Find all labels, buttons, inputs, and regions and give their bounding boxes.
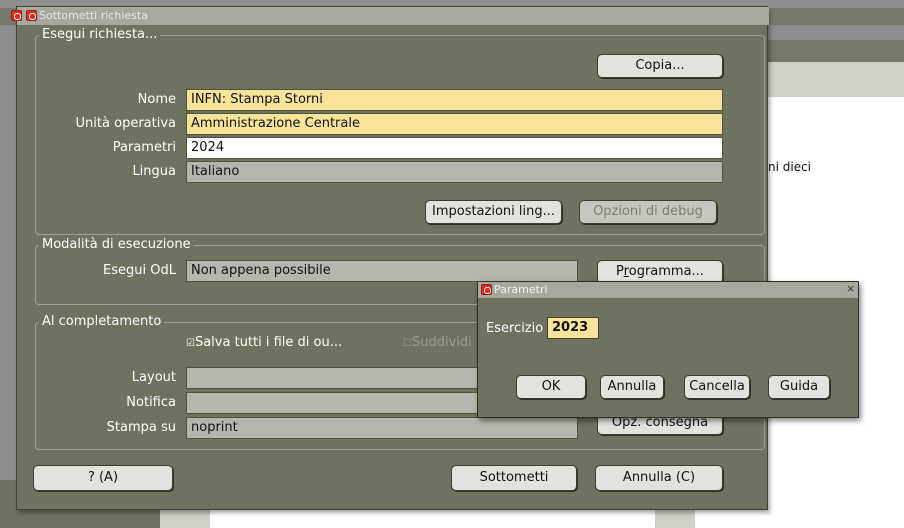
checkbox-unchecked-icon: ☐ <box>403 338 412 349</box>
schedule-button-label-pre: P <box>616 264 624 279</box>
annulla-button[interactable]: Annulla <box>600 375 664 399</box>
save-output-checkbox[interactable]: ☑Salva tutti i file di ou... <box>186 335 342 350</box>
checkbox-checked-icon: ☑ <box>186 338 195 349</box>
schedule-group-title: Modalità di esecuzione <box>39 237 194 252</box>
background-left-panel <box>0 65 16 528</box>
background-fragment-text: ni dieci <box>768 160 812 174</box>
split-output-checkbox: ☐Suddividi <box>403 335 472 350</box>
submit-request-dialog: Sottometti richiesta Esegui richiesta...… <box>11 6 769 510</box>
run-schedule-label: Esegui OdL <box>103 263 176 278</box>
operating-unit-label: Unità operativa <box>75 116 176 131</box>
run-schedule-field[interactable]: Non appena possibile <box>186 260 578 282</box>
background-scroll-b <box>655 510 695 528</box>
split-output-checkbox-label: Suddividi <box>411 335 472 350</box>
layout-label: Layout <box>131 370 176 385</box>
parameters-field[interactable]: 2024 <box>186 137 723 159</box>
dialog-titlebar: Sottometti richiesta <box>11 7 769 25</box>
esercizio-label: Esercizio <box>486 321 544 336</box>
schedule-button-label-post: ogramma... <box>628 264 704 279</box>
copy-button[interactable]: Copia... <box>597 54 723 78</box>
cancella-button[interactable]: Cancella <box>684 375 750 399</box>
esercizio-field[interactable]: 2023 <box>547 317 599 339</box>
oracle-icon <box>11 10 22 21</box>
background-header <box>768 62 904 97</box>
print-to-field[interactable]: noprint <box>186 417 578 439</box>
completion-group-title: Al completamento <box>39 314 165 329</box>
dialog-title: Sottometti richiesta <box>39 9 148 22</box>
oracle-icon <box>26 10 37 21</box>
guida-button[interactable]: Guida <box>768 375 830 399</box>
background-tab-strip <box>768 40 904 62</box>
operating-unit-field[interactable]: Amministrazione Centrale <box>186 113 723 135</box>
name-label: Nome <box>137 92 176 107</box>
save-output-checkbox-label: Salva tutti i file di ou... <box>194 335 343 350</box>
language-settings-button[interactable]: Impostazioni ling... <box>425 200 562 224</box>
oracle-icon <box>481 284 492 295</box>
debug-options-button: Opzioni di debug <box>579 200 717 224</box>
cancel-button[interactable]: Annulla (C) <box>595 465 723 491</box>
parameters-title: Parametri <box>494 283 548 296</box>
parameters-label: Parametri <box>112 140 176 155</box>
parameters-titlebar: Parametri × <box>478 282 858 298</box>
language-field[interactable]: Italiano <box>186 161 723 183</box>
print-to-label: Stampa su <box>106 420 176 435</box>
parameters-dialog: Parametri × Esercizio 2023 OK Annulla Ca… <box>477 281 859 418</box>
notification-label: Notifica <box>126 395 176 410</box>
submit-button[interactable]: Sottometti <box>451 465 577 491</box>
name-field[interactable]: INFN: Stampa Storni <box>186 89 723 111</box>
run-request-group-title: Esegui richiesta... <box>39 27 161 42</box>
background-scroll-a <box>160 510 210 528</box>
ok-button[interactable]: OK <box>516 375 586 399</box>
help-button[interactable]: ? (A) <box>33 465 173 491</box>
language-label: Lingua <box>132 164 176 179</box>
close-icon[interactable]: × <box>846 282 855 295</box>
